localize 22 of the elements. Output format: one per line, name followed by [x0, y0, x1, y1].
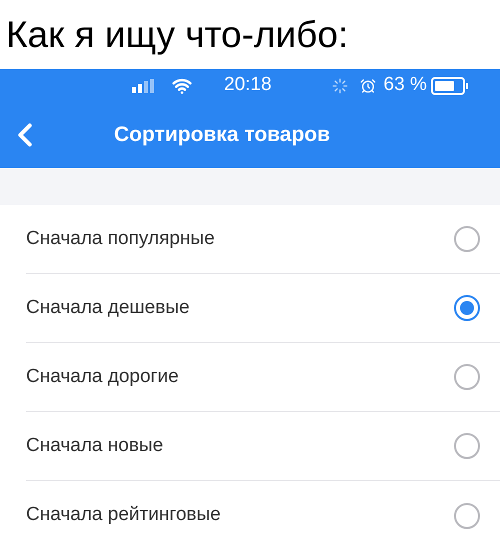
option-label: Сначала популярные	[26, 226, 216, 251]
radio-button[interactable]	[454, 364, 480, 390]
battery-icon	[430, 76, 469, 95]
sort-option[interactable]: Сначала рейтинговые	[26, 481, 500, 550]
option-label: Сначала рейтинговые	[26, 503, 222, 528]
radio-button[interactable]	[454, 433, 480, 459]
alarm-icon	[360, 78, 376, 94]
option-label: Сначала дешевые	[26, 296, 191, 320]
radio-button[interactable]	[454, 226, 480, 252]
caption: Как я ищу что-либо:	[6, 16, 348, 53]
battery-percent: 63 %	[384, 73, 427, 98]
option-label: Сначала дорогие	[26, 364, 180, 389]
spinner-icon	[332, 78, 348, 94]
sort-option[interactable]: Сначала дешевые	[26, 274, 500, 343]
radio-button[interactable]	[454, 295, 480, 321]
sort-option[interactable]: Сначала популярные	[26, 205, 500, 274]
sort-option[interactable]: Сначала новые	[26, 412, 500, 481]
radio-button[interactable]	[454, 502, 480, 528]
option-label: Сначала новые	[26, 434, 164, 458]
clock: 20:18	[224, 73, 272, 98]
nav-title: Сортировка товаров	[114, 122, 330, 148]
sort-option[interactable]: Сначала дорогие	[26, 343, 500, 412]
